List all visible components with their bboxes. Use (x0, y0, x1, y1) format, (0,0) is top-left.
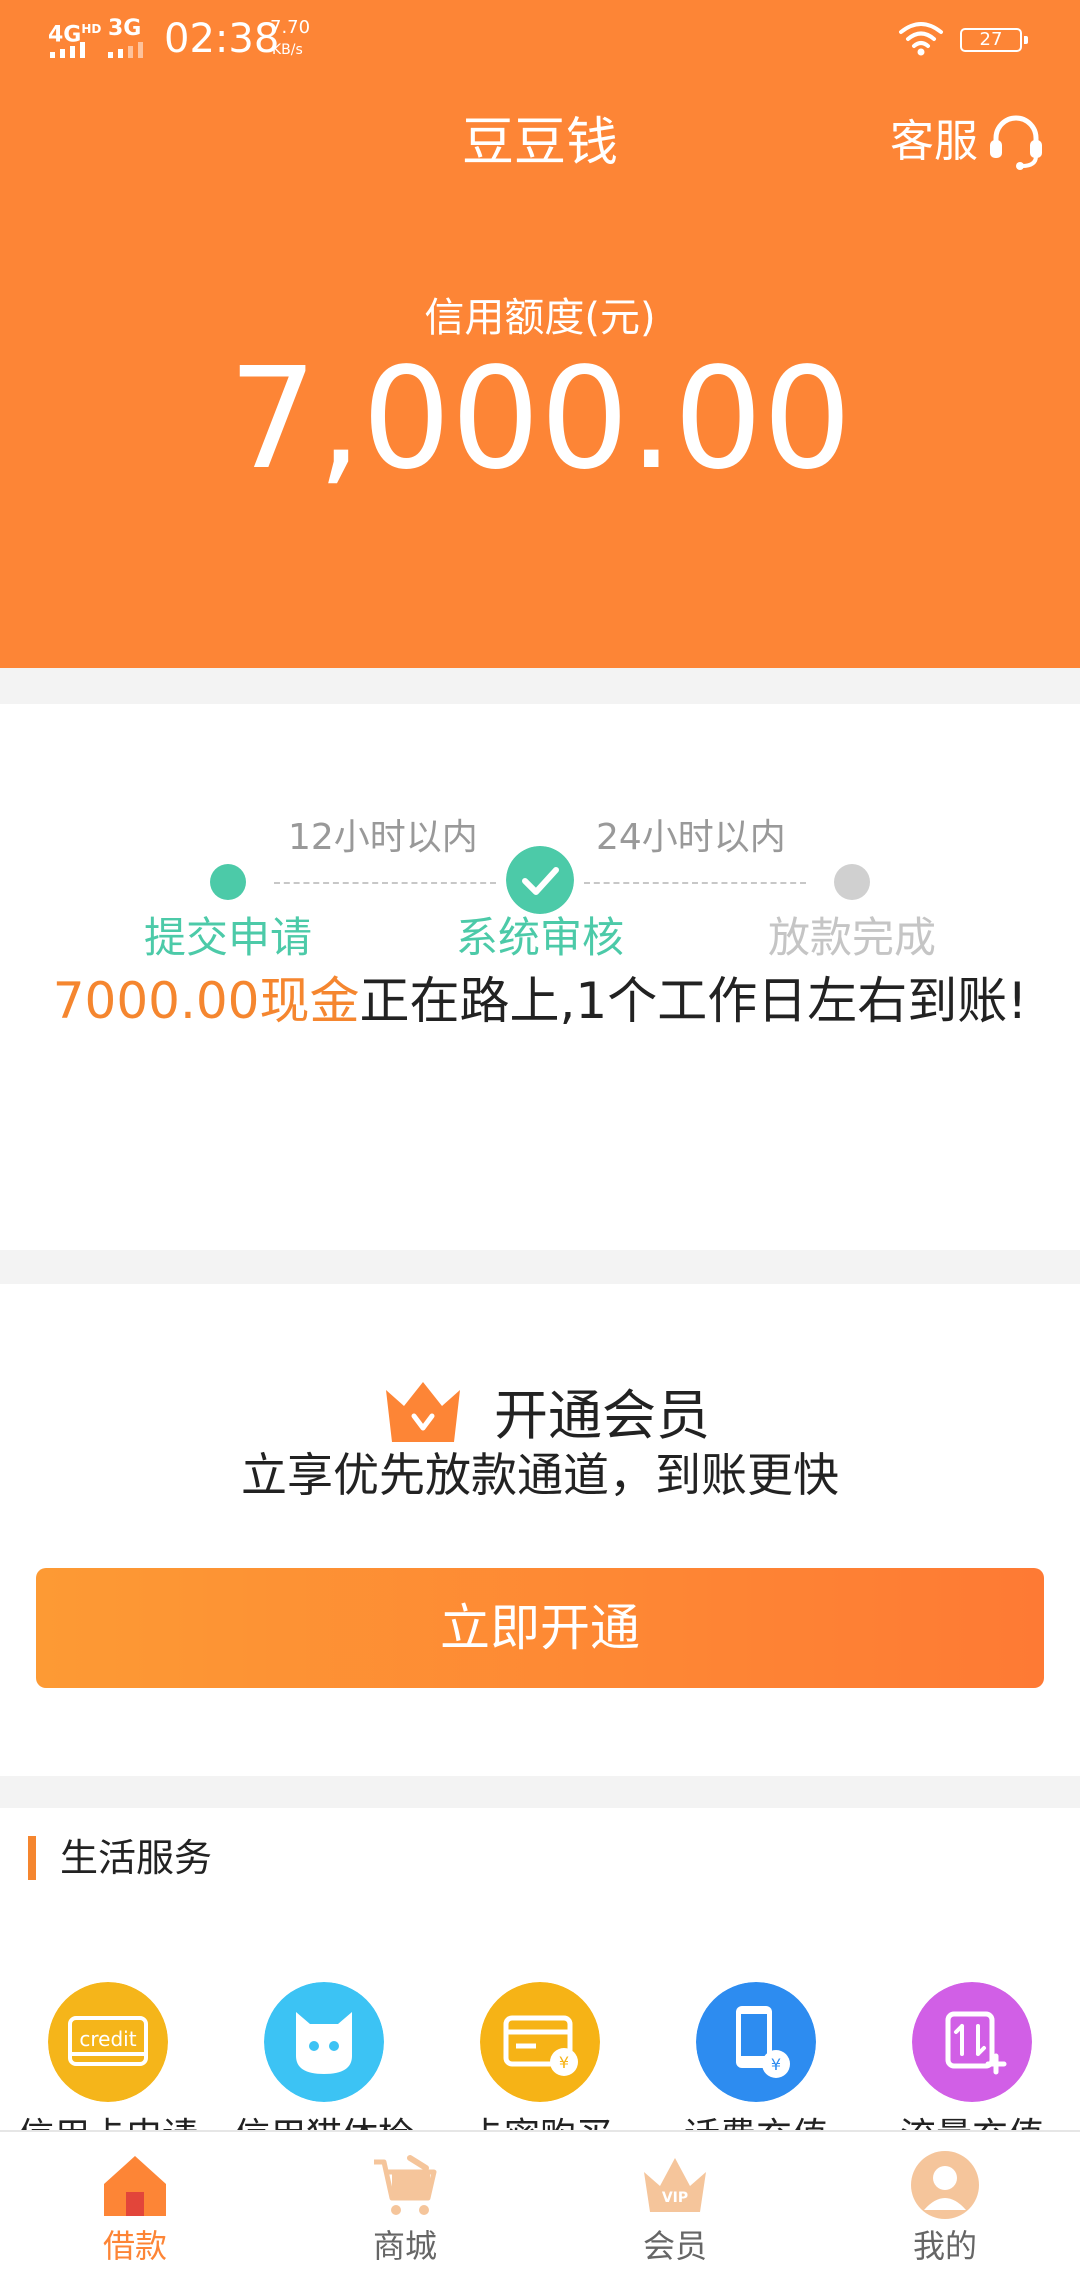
tab-mall[interactable]: 商城 (270, 2132, 540, 2282)
crown-icon (386, 1382, 460, 1442)
step-label-submit: 提交申请 (143, 913, 312, 962)
customer-service-button[interactable]: 客服 (890, 110, 978, 174)
credit-card-icon: credit (48, 1982, 168, 2102)
step-connector-2 (584, 882, 806, 884)
tab-loan[interactable]: 借款 (0, 2132, 270, 2282)
membership-card: 开通会员 立享优先放款通道，到账更快 立即开通 (0, 1284, 1080, 1776)
open-membership-button[interactable]: 立即开通 (36, 1568, 1044, 1688)
step-dot-submit (210, 864, 246, 900)
service-item-phone-topup[interactable]: ¥ 话费充值 (648, 1972, 864, 2130)
signal-icon-2 (108, 42, 148, 58)
credit-limit-value: 7,000.00 (228, 338, 852, 501)
membership-subtitle: 立享优先放款通道，到账更快 (241, 1448, 839, 1502)
wifi-icon (899, 22, 943, 56)
step-dot-complete (834, 864, 870, 900)
headset-icon[interactable] (986, 112, 1046, 172)
step-connector-1 (274, 882, 496, 884)
duration-label-1: 12小时以内 (288, 817, 478, 858)
tab-label: 借款 (102, 2227, 167, 2265)
phone-yen-icon: ¥ (696, 1982, 816, 2102)
life-services-title: 生活服务 (60, 1836, 213, 1880)
arrival-amount: 7000.00现金 (52, 972, 360, 1030)
arrival-message: 7000.00现金正在路上,1个工作日左右到账! (0, 966, 1080, 1036)
tab-label: 商城 (372, 2227, 437, 2265)
service-label: 信用卡申请 (0, 2112, 216, 2130)
net-speed-value: 7.70 (270, 17, 311, 38)
duration-label-2: 24小时以内 (596, 817, 786, 858)
cat-icon (264, 1982, 384, 2102)
credit-badge-text: credit (79, 2027, 136, 2051)
status-bar: 4GHD 3G 02:38 7.70 KB/s 27 (0, 0, 1080, 80)
net-speed-unit: KB/s (272, 42, 303, 58)
home-icon (104, 2156, 166, 2216)
battery-indicator: 27 (960, 28, 1028, 52)
svg-text:VIP: VIP (662, 2190, 688, 2206)
section-accent-bar (28, 1836, 36, 1880)
service-label: 流量充值 (864, 2112, 1080, 2130)
service-label: 信用猫体检 (216, 2112, 432, 2130)
service-item-data-topup[interactable]: 流量充值 (864, 1972, 1080, 2130)
vip-crown-icon: VIP (644, 2158, 706, 2212)
data-plus-icon (912, 1982, 1032, 2102)
tab-label: 我的 (912, 2227, 977, 2265)
service-label: 卡密购买 (432, 2112, 648, 2130)
cart-icon (374, 2155, 437, 2215)
check-icon (506, 846, 574, 914)
tab-label: 会员 (642, 2227, 707, 2265)
service-label: 话费充值 (648, 2112, 864, 2130)
service-item-credit-card[interactable]: credit 信用卡申请 (0, 1972, 216, 2130)
svg-text:¥: ¥ (559, 2053, 569, 2072)
network-3g-label: 3G (108, 16, 142, 41)
bottom-tab-bar: 借款 商城 VIP 会员 我的 (0, 2130, 1080, 2282)
user-icon (911, 2151, 979, 2219)
service-item-card-purchase[interactable]: ¥ 卡密购买 (432, 1972, 648, 2130)
arrival-text: 正在路上,1个工作日左右到账! (359, 972, 1028, 1030)
loan-progress-card: 12小时以内 24小时以内 提交申请 系统审核 放款完成 7000.00现金正在… (0, 704, 1080, 1250)
step-label-review: 系统审核 (455, 913, 624, 962)
svg-text:¥: ¥ (771, 2055, 781, 2074)
card-yen-icon: ¥ (480, 1982, 600, 2102)
service-item-credit-cat[interactable]: 信用猫体检 (216, 1972, 432, 2130)
header-banner: 4GHD 3G 02:38 7.70 KB/s 27 豆豆钱 客服 信用额度(元… (0, 0, 1080, 668)
signal-icon (50, 42, 98, 58)
life-services-section: 生活服务 credit 信用卡申请 信用猫体检 ¥ 卡密购买 (0, 1808, 1080, 2130)
tab-mine[interactable]: 我的 (810, 2132, 1080, 2282)
status-time: 02:38 (164, 16, 280, 62)
step-label-complete: 放款完成 (767, 913, 936, 962)
tab-vip[interactable]: VIP 会员 (540, 2132, 810, 2282)
